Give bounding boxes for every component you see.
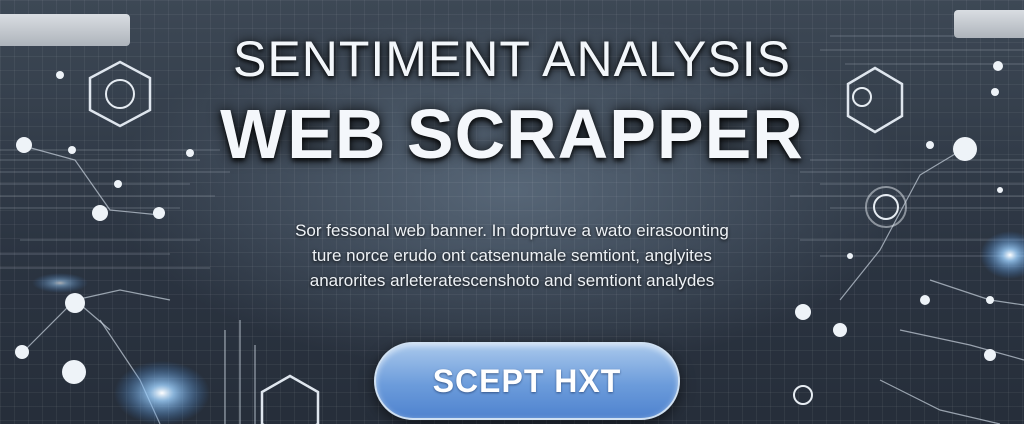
banner-title-line1: SENTIMENT ANALYSIS: [233, 31, 791, 87]
hero-banner: SENTIMENT ANALYSIS WEB SCRAPPER Sor fess…: [0, 0, 1024, 424]
banner-title-line2: WEB SCRAPPER: [220, 95, 804, 173]
cta-button[interactable]: SCEPT HXT: [374, 342, 680, 420]
description-line: ture norce erudo ont catsenumale semtion…: [312, 246, 712, 265]
description-line: Sor fessonal web banner. In doprtuve a w…: [295, 221, 729, 240]
banner-description: Sor fessonal web banner. In doprtuve a w…: [232, 218, 792, 293]
description-line: anarorites arleteratescenshoto and semti…: [309, 271, 715, 290]
